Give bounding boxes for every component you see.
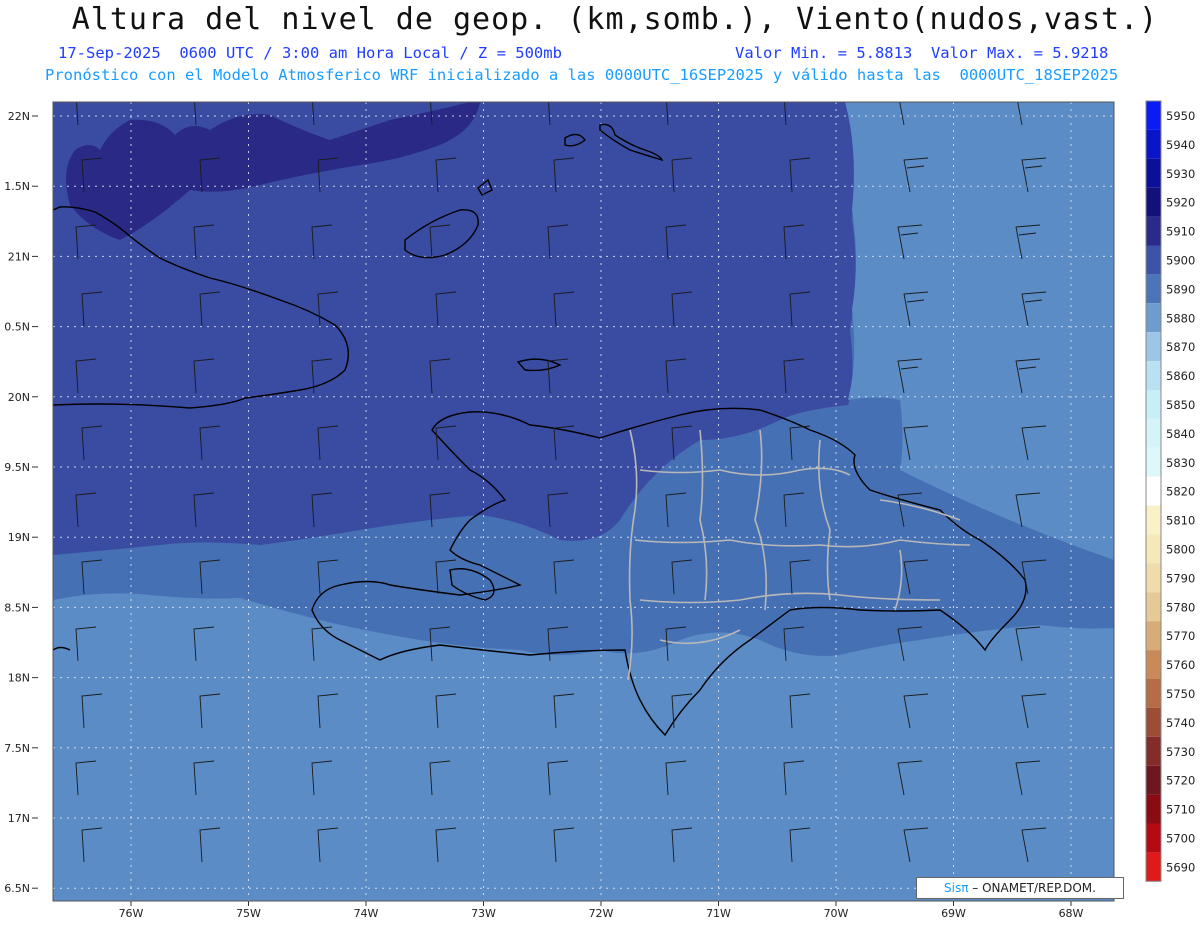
colorbar-swatch — [1146, 592, 1161, 622]
lon-tick-label: 70W — [824, 907, 849, 920]
credit-box: Sisπ – ONAMET/REP.DOM. — [916, 877, 1124, 899]
lat-tick-label: 7.5N — [4, 742, 30, 755]
colorbar-swatch — [1146, 361, 1161, 390]
longitude-labels: 76W 75W 74W 73W 72W 71W 70W 69W 68W — [119, 901, 1084, 920]
lon-tick-label: 72W — [589, 907, 614, 920]
colorbar-swatch — [1146, 390, 1161, 419]
credit-text: – ONAMET/REP.DOM. — [972, 881, 1096, 895]
colorbar-label: 5720 — [1166, 774, 1195, 788]
lat-tick-label: 8.5N — [4, 601, 30, 614]
colorbar-label: 5820 — [1166, 485, 1195, 499]
colorbar-swatch — [1146, 765, 1161, 795]
colorbar-label: 5850 — [1166, 398, 1195, 412]
forecast-map: 22N 1.5N 21N 0.5N 20N 9.5N 19N 8.5N 18N 7.5N 17N 6.… — [4, 100, 1195, 920]
colorbar-label: 5730 — [1166, 745, 1195, 759]
colorbar-label: 5930 — [1166, 167, 1195, 181]
latitude-labels: 22N 1.5N 21N 0.5N 20N 9.5N 19N 8.5N 18N 7.5N 17N 6.… — [4, 110, 38, 895]
lat-tick-label: 6.5N — [4, 882, 30, 895]
colorbar-label: 5940 — [1166, 138, 1195, 152]
lat-tick-label: 21N — [8, 250, 30, 263]
colorbar-swatch — [1146, 563, 1161, 593]
colorbar-swatch — [1146, 707, 1161, 737]
colorbar-swatch — [1146, 158, 1161, 188]
colorbar-swatch — [1146, 679, 1161, 708]
colorbar-swatch — [1146, 736, 1161, 766]
colorbar-swatch — [1146, 794, 1161, 824]
colorbar-swatch — [1146, 447, 1161, 477]
lat-tick-label: 17N — [8, 812, 30, 825]
colorbar-label: 5750 — [1166, 687, 1195, 701]
lat-tick-label: 22N — [8, 110, 30, 123]
colorbar-label: 5740 — [1166, 716, 1195, 730]
colorbar-swatch — [1146, 505, 1161, 535]
colorbar-label: 5830 — [1166, 456, 1195, 470]
lat-tick-label: 0.5N — [4, 321, 30, 334]
lon-tick-label: 71W — [706, 907, 731, 920]
colorbar-label: 5860 — [1166, 369, 1195, 383]
credit-brand: Sisπ — [944, 881, 969, 895]
colorbar-swatch — [1146, 534, 1161, 564]
lon-tick-label: 68W — [1059, 907, 1084, 920]
colorbar-label: 5810 — [1166, 514, 1195, 528]
colorbar-label: 5840 — [1166, 427, 1195, 441]
lon-tick-label: 76W — [119, 907, 144, 920]
colorbar-swatch — [1146, 101, 1161, 130]
lat-tick-label: 20N — [8, 391, 30, 404]
lat-tick-label: 9.5N — [4, 461, 30, 474]
colorbar-swatch — [1146, 216, 1161, 246]
colorbar-label: 5780 — [1166, 600, 1195, 614]
colorbar-label: 5920 — [1166, 196, 1195, 210]
colorbar-swatch — [1146, 303, 1161, 333]
colorbar: 5950 5940 5930 5920 5910 5900 5890 5880 5870 5860… — [1145, 100, 1195, 882]
colorbar-label: 5690 — [1166, 860, 1195, 874]
colorbar-label: 5900 — [1166, 254, 1195, 268]
lat-tick-label: 1.5N — [4, 180, 30, 193]
colorbar-swatch — [1146, 129, 1161, 159]
lat-tick-label: 19N — [8, 531, 30, 544]
colorbar-label: 5910 — [1166, 225, 1195, 239]
colorbar-swatch — [1146, 476, 1161, 506]
lat-tick-label: 18N — [8, 672, 30, 685]
colorbar-label: 5790 — [1166, 571, 1195, 585]
colorbar-label: 5880 — [1166, 311, 1195, 325]
colorbar-label: 5700 — [1166, 832, 1195, 846]
colorbar-swatch — [1146, 245, 1161, 275]
colorbar-swatch — [1146, 187, 1161, 217]
colorbar-swatch — [1146, 418, 1161, 448]
lon-tick-label: 75W — [236, 907, 261, 920]
geopotential-shading — [53, 102, 1114, 901]
colorbar-swatch — [1146, 274, 1161, 304]
lon-tick-label: 74W — [354, 907, 379, 920]
colorbar-swatch — [1146, 852, 1161, 882]
lon-tick-label: 73W — [471, 907, 496, 920]
colorbar-label: 5800 — [1166, 543, 1195, 557]
colorbar-swatch — [1146, 823, 1161, 853]
colorbar-swatch — [1146, 332, 1161, 362]
colorbar-label: 5770 — [1166, 629, 1195, 643]
colorbar-swatch — [1146, 621, 1161, 651]
colorbar-label: 5710 — [1166, 803, 1195, 817]
lon-tick-label: 69W — [941, 907, 966, 920]
colorbar-label: 5760 — [1166, 658, 1195, 672]
colorbar-label: 5870 — [1166, 340, 1195, 354]
colorbar-swatch — [1146, 650, 1161, 679]
colorbar-label: 5890 — [1166, 282, 1195, 296]
colorbar-label: 5950 — [1166, 109, 1195, 123]
